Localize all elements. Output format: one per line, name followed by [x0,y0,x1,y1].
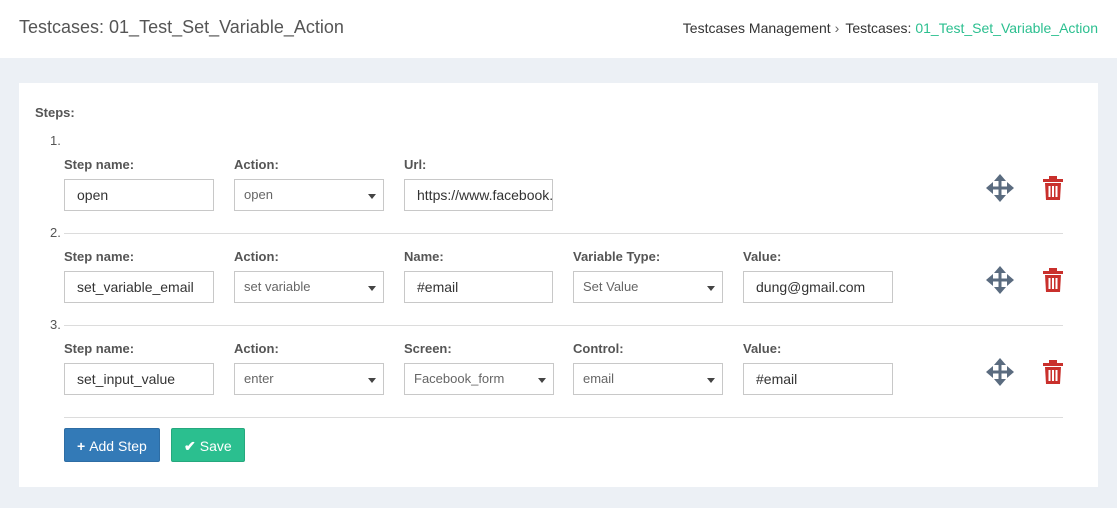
breadcrumb-current: 01_Test_Set_Variable_Action [915,20,1098,36]
step-name-input[interactable]: set_input_value [64,363,214,395]
action-select-value: enter [244,371,274,386]
url-input[interactable]: https://www.facebook.com [404,179,553,211]
action-select-value: open [244,187,273,202]
trash-icon[interactable] [1042,360,1064,384]
save-button[interactable]: ✔ Save [171,428,245,462]
step-name-input[interactable]: open [64,179,214,211]
step-number: 1. [50,133,61,148]
page-header: Testcases: 01_Test_Set_Variable_Action T… [0,0,1117,58]
breadcrumb-prefix: Testcases: [845,20,912,36]
caret-down-icon [368,286,376,291]
trash-icon[interactable] [1042,176,1064,200]
caret-down-icon [538,378,546,383]
breadcrumb: Testcases Management › Testcases: 01_Test_… [683,20,1098,36]
steps-label: Steps: [35,105,75,120]
breadcrumb-root[interactable]: Testcases Management [683,20,831,36]
check-icon: ✔ [184,438,196,454]
screen-select-value: Facebook_form [414,371,505,386]
action-select[interactable]: set variable [234,271,384,303]
control-select[interactable]: email [573,363,723,395]
step-number: 3. [50,317,61,332]
variable-type-label: Variable Type: [573,249,661,264]
steps-card: Steps: 1. Step name: open Action: open U… [19,83,1098,487]
value-input[interactable]: #email [743,363,893,395]
control-select-value: email [583,371,615,386]
variable-name-input[interactable]: #email [404,271,553,303]
breadcrumb-separator: › [834,20,840,36]
page-title: Testcases: 01_Test_Set_Variable_Action [19,17,344,37]
action-label: Action: [234,157,279,172]
action-label: Action: [234,249,279,264]
control-label: Control: [573,341,624,356]
steps-bottom-divider [64,417,1063,418]
caret-down-icon [707,286,715,291]
step-name-label: Step name: [64,157,135,172]
plus-icon: + [77,438,86,454]
variable-type-select[interactable]: Set Value [573,271,723,303]
step-number: 2. [50,225,61,240]
screen-select[interactable]: Facebook_form [404,363,554,395]
step-name-input[interactable]: set_variable_email [64,271,214,303]
value-input[interactable]: dung@gmail.com [743,271,893,303]
name-label: Name: [404,249,444,264]
save-label: Save [199,438,232,454]
move-arrows-icon[interactable] [986,266,1014,294]
trash-icon[interactable] [1042,268,1064,292]
step-divider [64,233,1063,234]
value-label: Value: [743,341,782,356]
add-step-label: Add Step [89,438,147,454]
action-label: Action: [234,341,279,356]
move-arrows-icon[interactable] [986,358,1014,386]
variable-type-value: Set Value [583,279,639,294]
step-divider [64,325,1063,326]
screen-label: Screen: [404,341,452,356]
action-select-value: set variable [244,279,311,294]
value-label: Value: [743,249,782,264]
step-name-label: Step name: [64,249,135,264]
add-step-button[interactable]: + Add Step [64,428,160,462]
caret-down-icon [368,194,376,199]
action-select[interactable]: enter [234,363,384,395]
move-arrows-icon[interactable] [986,174,1014,202]
caret-down-icon [707,378,715,383]
action-select[interactable]: open [234,179,384,211]
caret-down-icon [368,378,376,383]
url-label: Url: [404,157,427,172]
step-name-label: Step name: [64,341,135,356]
